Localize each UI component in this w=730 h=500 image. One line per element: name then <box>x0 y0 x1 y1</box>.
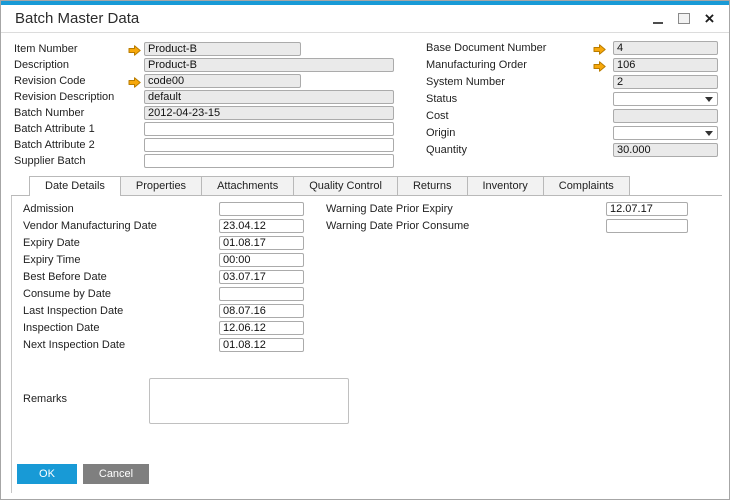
supplier-batch-label: Supplier Batch <box>14 155 86 167</box>
tab-inventory[interactable]: Inventory <box>467 176 544 195</box>
batch-master-data-window: Batch Master Data × Date Details Properti… <box>0 0 730 500</box>
warning-date-prior-consume-label: Warning Date Prior Consume <box>326 220 470 232</box>
admission-label: Admission <box>23 203 74 215</box>
item-number-label: Item Number <box>14 43 78 55</box>
dropdown-caret-icon <box>705 96 713 102</box>
revision-code-field: code00 <box>144 74 301 88</box>
ok-button[interactable]: OK <box>17 464 77 484</box>
tab-complaints[interactable]: Complaints <box>543 176 630 195</box>
cancel-button[interactable]: Cancel <box>83 464 149 484</box>
status-dropdown[interactable] <box>613 92 718 106</box>
dropdown-caret-icon <box>705 130 713 136</box>
item-number-field: Product-B <box>144 42 301 56</box>
manufacturing-order-link-arrow-icon[interactable] <box>593 59 606 72</box>
consume-by-date-label: Consume by Date <box>23 288 112 300</box>
tab-properties[interactable]: Properties <box>120 176 203 195</box>
last-inspection-date-input[interactable] <box>219 304 304 318</box>
expiry-date-label: Expiry Date <box>23 237 80 249</box>
warning-date-prior-expiry-label: Warning Date Prior Expiry <box>326 203 453 215</box>
revision-description-label: Revision Description <box>14 91 115 103</box>
consume-by-date-input[interactable] <box>219 287 304 301</box>
quantity-field: 30.000 <box>613 143 718 157</box>
admission-input[interactable] <box>219 202 304 216</box>
batch-attribute-2-input[interactable] <box>144 138 394 152</box>
status-label: Status <box>426 93 458 105</box>
expiry-time-label: Expiry Time <box>23 254 81 266</box>
batch-attribute-1-label: Batch Attribute 1 <box>14 123 95 135</box>
inspection-date-label: Inspection Date <box>23 322 100 334</box>
batch-number-field: 2012-04-23-15 <box>144 106 394 120</box>
revision-description-field: default <box>144 90 394 104</box>
batch-attribute-1-input[interactable] <box>144 122 394 136</box>
system-number-field: 2 <box>613 75 718 89</box>
form-area: Date Details Properties Attachments Quality… <box>1 1 729 499</box>
batch-number-label: Batch Number <box>14 107 85 119</box>
tab-bar: Date Details Properties Attachments Quality… <box>29 176 630 196</box>
base-document-number-link-arrow-icon[interactable] <box>593 42 606 55</box>
cost-field <box>613 109 718 123</box>
system-number-label: System Number <box>426 76 505 88</box>
supplier-batch-input[interactable] <box>144 154 394 168</box>
last-inspection-date-label: Last Inspection Date <box>23 305 124 317</box>
origin-label: Origin <box>426 127 456 139</box>
remarks-textarea[interactable] <box>149 378 349 424</box>
cost-label: Cost <box>426 110 449 122</box>
warning-date-prior-consume-input[interactable] <box>606 219 688 233</box>
tab-date-details[interactable]: Date Details <box>29 176 121 196</box>
remarks-label: Remarks <box>23 393 68 405</box>
inspection-date-input[interactable] <box>219 321 304 335</box>
revision-code-label: Revision Code <box>14 75 86 87</box>
next-inspection-date-label: Next Inspection Date <box>23 339 126 351</box>
best-before-date-input[interactable] <box>219 270 304 284</box>
tab-returns[interactable]: Returns <box>397 176 468 195</box>
expiry-time-input[interactable] <box>219 253 304 267</box>
description-field: Product-B <box>144 58 394 72</box>
tab-quality-control[interactable]: Quality Control <box>294 176 398 195</box>
base-document-number-label: Base Document Number <box>426 42 547 54</box>
manufacturing-order-label: Manufacturing Order <box>426 59 527 71</box>
tab-attachments[interactable]: Attachments <box>202 176 295 195</box>
origin-dropdown[interactable] <box>613 126 718 140</box>
quantity-label: Quantity <box>426 144 467 156</box>
description-label: Description <box>14 59 70 71</box>
expiry-date-input[interactable] <box>219 236 304 250</box>
manufacturing-order-field: 106 <box>613 58 718 72</box>
tab-panel-left-border <box>11 195 12 493</box>
vendor-manufacturing-date-label: Vendor Manufacturing Date <box>23 220 157 232</box>
revision-code-link-arrow-icon[interactable] <box>128 75 141 88</box>
vendor-manufacturing-date-input[interactable] <box>219 219 304 233</box>
item-number-link-arrow-icon[interactable] <box>128 43 141 56</box>
next-inspection-date-input[interactable] <box>219 338 304 352</box>
batch-attribute-2-label: Batch Attribute 2 <box>14 139 95 151</box>
best-before-date-label: Best Before Date <box>23 271 107 283</box>
warning-date-prior-expiry-input[interactable] <box>606 202 688 216</box>
base-document-number-field: 4 <box>613 41 718 55</box>
